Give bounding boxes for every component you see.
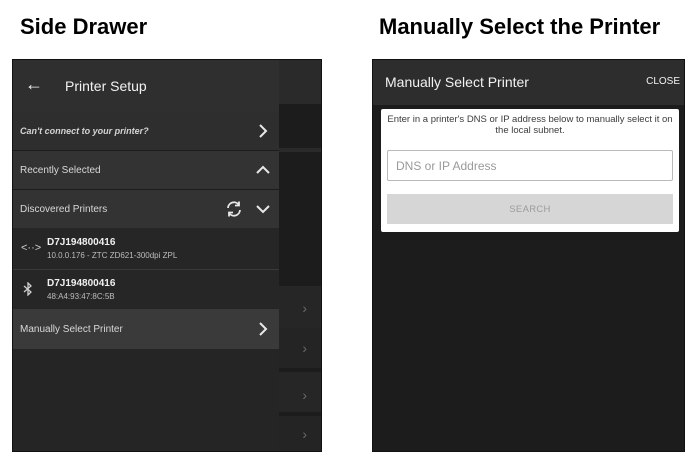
manual-select-screen: Manually Select Printer CLOSE Enter in a… <box>372 59 685 452</box>
side-drawer-screen: › › › › ← Printer Setup Can't connect to… <box>12 59 322 452</box>
recently-selected-label: Recently Selected <box>20 164 101 176</box>
background-row <box>279 328 321 368</box>
close-button[interactable]: CLOSE <box>646 76 680 87</box>
manually-select-label: Manually Select Printer <box>20 323 123 335</box>
discovered-printers-label: Discovered Printers <box>20 203 108 215</box>
printer-detail: 10.0.0.176 - ZTC ZD621-300dpi ZPL <box>47 251 178 260</box>
manual-select-card: Enter in a printer's DNS or IP address b… <box>381 109 679 232</box>
chevron-up-icon <box>256 165 270 174</box>
background-row <box>279 372 321 412</box>
background-row <box>279 286 321 328</box>
network-icon: <··> <box>21 242 42 254</box>
manual-select-caption: Manually Select the Printer <box>379 14 661 39</box>
recently-selected-row[interactable]: Recently Selected <box>13 151 279 189</box>
search-button[interactable]: SEARCH <box>387 194 673 224</box>
side-drawer-caption: Side Drawer <box>20 14 148 39</box>
printer-list-item[interactable]: D7J194800416 48:A4:93:47:8C:5B <box>13 270 279 308</box>
arrow-left-icon[interactable]: ← <box>25 74 43 94</box>
side-drawer: ← Printer Setup Can't connect to your pr… <box>13 60 279 451</box>
printer-name: D7J194800416 <box>47 278 116 289</box>
background-divider <box>279 148 321 152</box>
chevron-right-icon <box>259 322 268 336</box>
background-app-bar <box>279 60 321 104</box>
dialog-header: Manually Select Printer CLOSE <box>373 60 684 105</box>
background-row <box>279 416 321 451</box>
drawer-title: Printer Setup <box>65 78 147 94</box>
cant-connect-label: Can't connect to your printer? <box>20 126 149 136</box>
dns-ip-input[interactable] <box>387 150 673 181</box>
refresh-icon[interactable] <box>225 200 243 218</box>
dialog-title: Manually Select Printer <box>385 74 529 90</box>
bluetooth-icon <box>23 282 32 296</box>
drawer-header: ← Printer Setup <box>13 60 279 112</box>
printer-list-item[interactable]: <··> D7J194800416 10.0.0.176 - ZTC ZD621… <box>13 228 279 269</box>
manually-select-printer-row[interactable]: Manually Select Printer <box>13 309 279 349</box>
background-chevron-right-icon: › <box>302 387 307 403</box>
discovered-printers-row[interactable]: Discovered Printers <box>13 190 279 228</box>
background-chevron-right-icon: › <box>302 300 307 316</box>
printer-name: D7J194800416 <box>47 237 116 248</box>
printer-detail: 48:A4:93:47:8C:5B <box>47 292 115 301</box>
background-chevron-right-icon: › <box>302 426 307 442</box>
chevron-down-icon[interactable] <box>255 201 271 217</box>
background-chevron-right-icon: › <box>302 340 307 356</box>
cant-connect-row[interactable]: Can't connect to your printer? <box>13 112 279 150</box>
instructions-text: Enter in a printer's DNS or IP address b… <box>387 114 673 136</box>
chevron-right-icon <box>259 124 268 138</box>
